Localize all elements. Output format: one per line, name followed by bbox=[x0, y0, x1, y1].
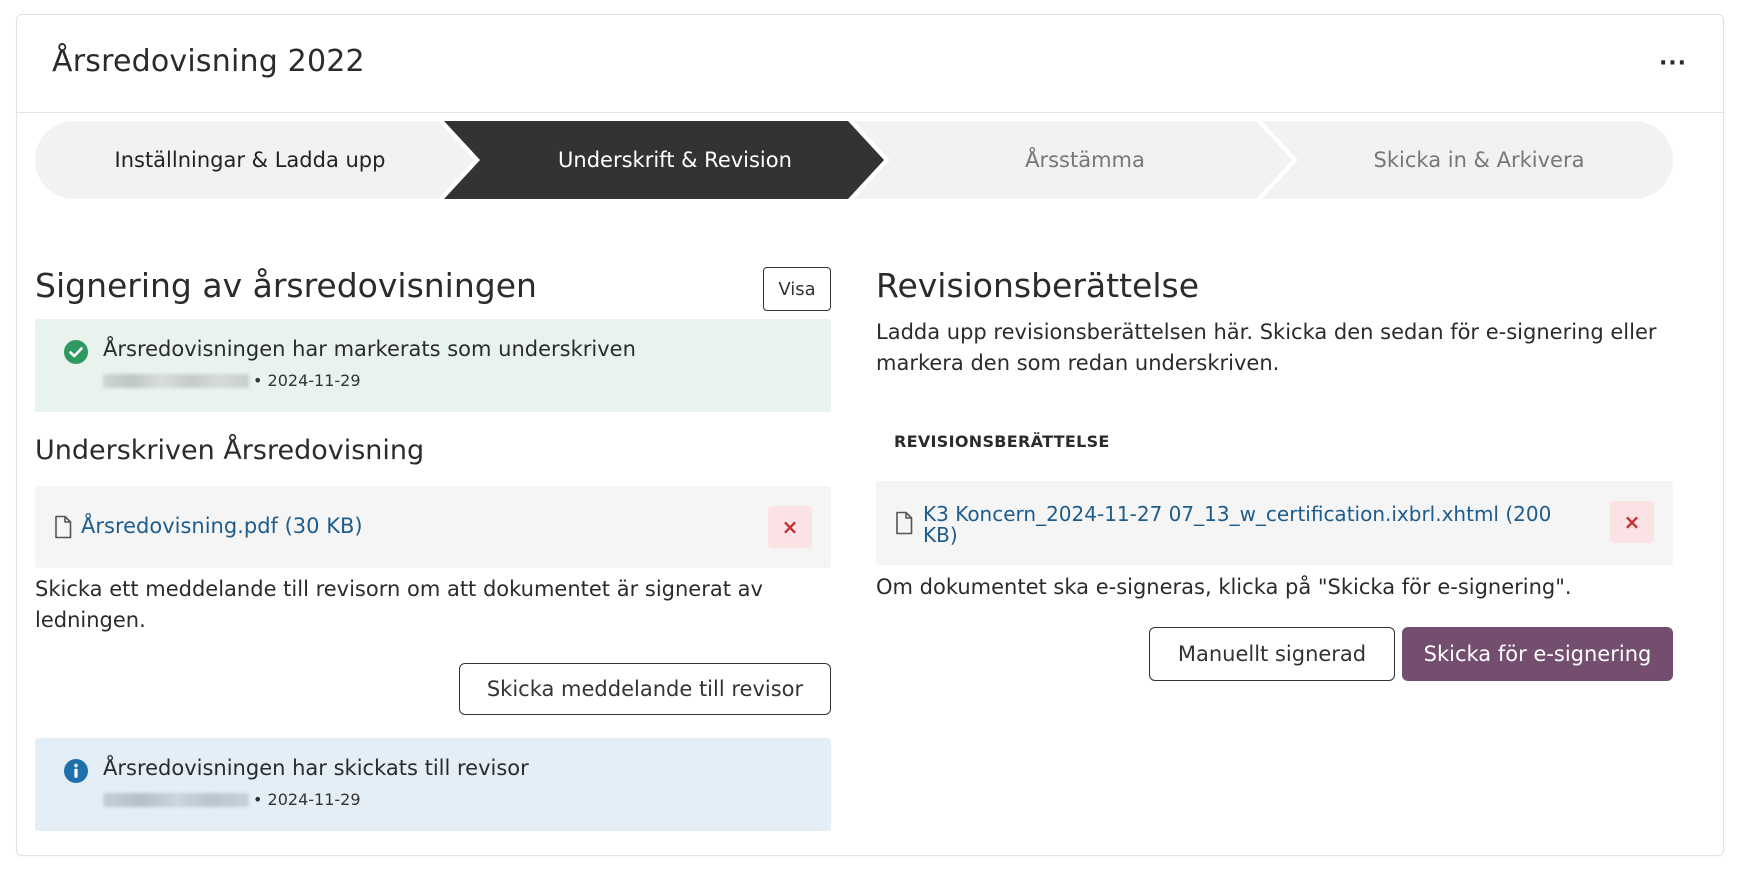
step-general-meeting[interactable]: Årsstämma bbox=[885, 121, 1285, 199]
audit-report-intro: Ladda upp revisionsberättelsen här. Skic… bbox=[876, 320, 1657, 375]
esign-note: Om dokumentet ska e-signeras, klicka på … bbox=[876, 575, 1572, 599]
document-icon bbox=[55, 515, 72, 539]
signed-file-row: Årsredovisning.pdf (30 KB) × bbox=[35, 486, 831, 568]
more-options-button[interactable]: ··· bbox=[1651, 45, 1695, 81]
signed-alert-title: Årsredovisningen har markerats som under… bbox=[103, 337, 636, 361]
signed-document-title: Underskriven Årsredovisning bbox=[35, 435, 425, 466]
sent-alert-meta: • 2024-11-29 bbox=[103, 790, 831, 809]
redacted-user-name bbox=[103, 792, 249, 807]
signed-alert-date: • 2024-11-29 bbox=[253, 371, 361, 390]
message-instructions: Skicka ett meddelande till revisorn om a… bbox=[35, 577, 763, 632]
document-icon bbox=[896, 511, 913, 535]
audit-report-title: Revisionsberättelse bbox=[876, 266, 1199, 305]
step-settings-upload[interactable]: Inställningar & Ladda upp bbox=[35, 121, 465, 199]
send-to-auditor-button[interactable]: Skicka meddelande till revisor bbox=[459, 663, 831, 715]
redacted-user-name bbox=[103, 373, 249, 388]
signed-file-link[interactable]: Årsredovisning.pdf (30 KB) bbox=[81, 514, 363, 538]
signing-section-title: Signering av årsredovisningen bbox=[35, 266, 537, 305]
delete-signed-file-button[interactable]: × bbox=[768, 506, 812, 548]
send-for-esign-button[interactable]: Skicka för e-signering bbox=[1402, 627, 1673, 681]
sent-alert-title: Årsredovisningen har skickats till revis… bbox=[103, 756, 529, 780]
step-signature-audit[interactable]: Underskrift & Revision bbox=[465, 121, 885, 199]
signed-status-alert: Årsredovisningen har markerats som under… bbox=[35, 319, 831, 412]
card-header: Årsredovisning 2022 ··· bbox=[17, 15, 1723, 113]
signed-alert-meta: • 2024-11-29 bbox=[103, 371, 831, 390]
audit-file-row: K3 Koncern_2024-11-27 07_13_w_certificat… bbox=[876, 481, 1673, 565]
sent-alert-date: • 2024-11-29 bbox=[253, 790, 361, 809]
progress-stepper: Inställningar & Ladda upp Underskrift & … bbox=[35, 121, 1673, 199]
check-circle-icon bbox=[64, 340, 88, 364]
audit-report-label: REVISIONSBERÄTTELSE bbox=[894, 432, 1110, 451]
view-button[interactable]: Visa bbox=[763, 267, 831, 311]
info-circle-icon bbox=[64, 759, 88, 783]
delete-audit-file-button[interactable]: × bbox=[1610, 501, 1654, 543]
manually-signed-button[interactable]: Manuellt signerad bbox=[1149, 627, 1395, 681]
audit-file-link[interactable]: K3 Koncern_2024-11-27 07_13_w_certificat… bbox=[923, 504, 1563, 546]
step-submit-archive[interactable]: Skicka in & Arkivera bbox=[1285, 121, 1673, 199]
sent-status-alert: Årsredovisningen har skickats till revis… bbox=[35, 738, 831, 831]
page-title: Årsredovisning 2022 bbox=[52, 44, 365, 79]
